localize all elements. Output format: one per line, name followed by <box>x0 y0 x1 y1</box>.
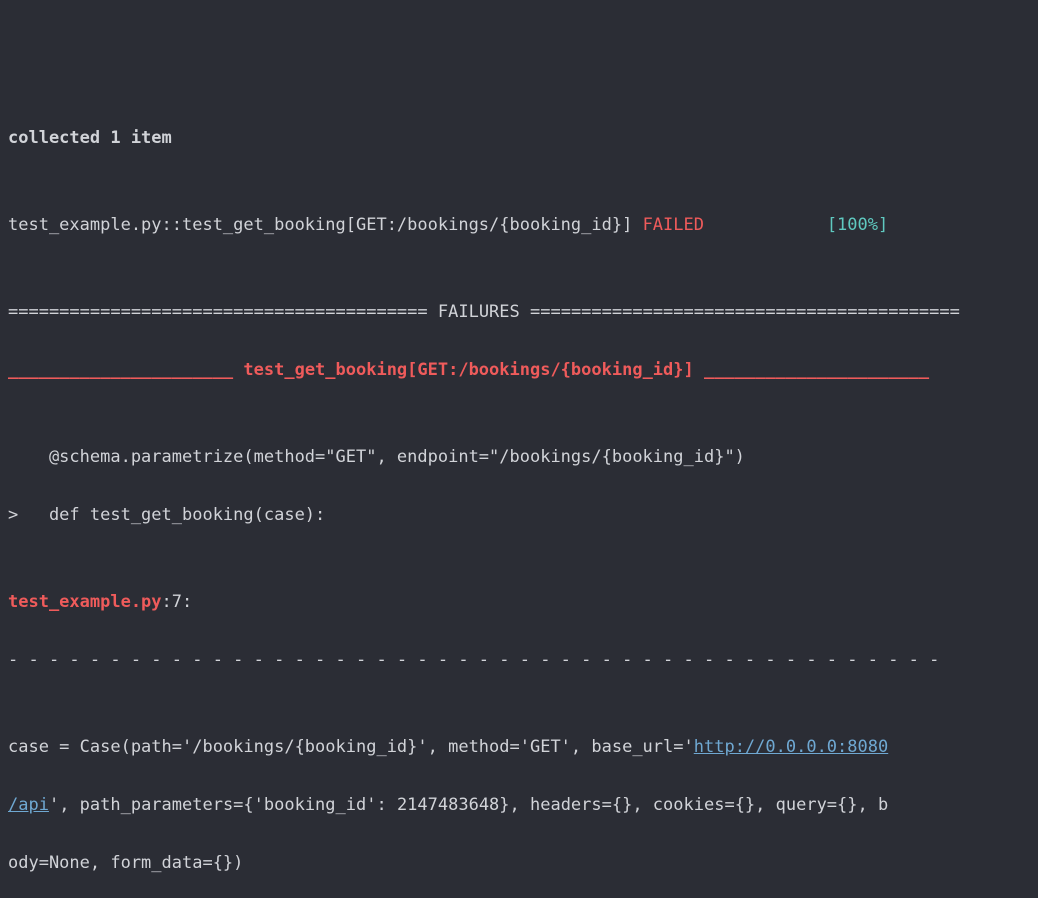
failures-mid: FAILURES <box>438 302 520 322</box>
status-failed: FAILED <box>643 215 704 235</box>
test-file: test_example.py::test_get_booking[GET:/b… <box>8 215 643 235</box>
case-rest: ', path_parameters={'booking_id': 214748… <box>49 795 888 815</box>
collected-text: collected 1 item <box>8 128 172 148</box>
loc-file: test_example.py <box>8 592 162 612</box>
case-rest: ody=None, form_data={}) <box>8 849 1030 878</box>
progress-pct: [100%] <box>827 215 888 235</box>
url-link[interactable]: http://0.0.0.0:8080 <box>694 737 888 757</box>
failtest-mid: test_get_booking[GET:/bookings/{booking_… <box>243 360 693 380</box>
dashed-sep: - - - - - - - - - - - - - - - - - - - - … <box>8 646 1030 675</box>
failtest-left: ______________________ <box>8 360 243 380</box>
loc-ln: :7: <box>162 592 193 612</box>
case-pre: case = Case(path='/bookings/{booking_id}… <box>8 737 694 757</box>
src-line: @schema.parametrize(method="GET", endpoi… <box>8 443 1030 472</box>
failures-left: ========================================… <box>8 302 438 322</box>
failtest-right: ______________________ <box>694 360 929 380</box>
src-line: > def test_get_booking(case): <box>8 501 1030 530</box>
url-link[interactable]: /api <box>8 795 49 815</box>
pad <box>704 215 827 235</box>
failures-right: ========================================… <box>520 302 960 322</box>
